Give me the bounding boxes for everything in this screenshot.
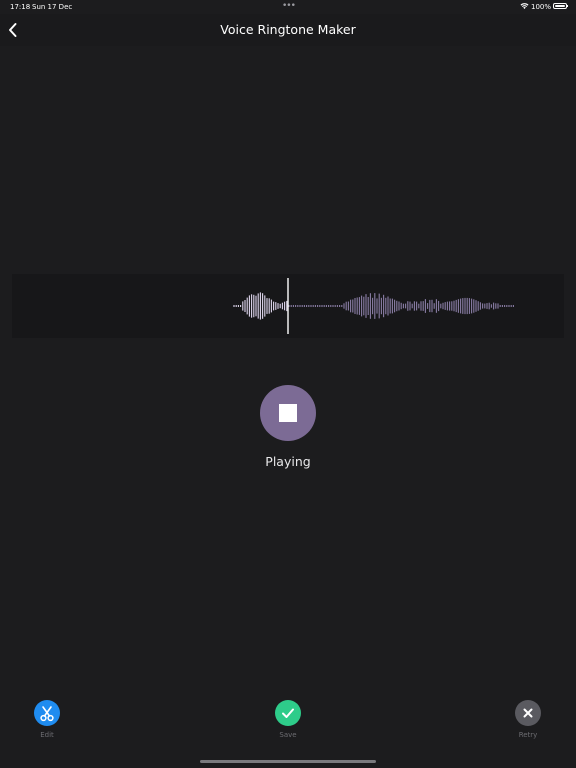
save-icon-circle bbox=[275, 700, 301, 726]
scissors-icon bbox=[40, 706, 54, 722]
battery-icon bbox=[553, 3, 567, 9]
page-title: Voice Ringtone Maker bbox=[220, 22, 356, 37]
status-bar: 17:18 Sun 17 Dec ••• 100% bbox=[0, 0, 576, 14]
multitasking-dots-icon[interactable]: ••• bbox=[282, 1, 296, 11]
retry-label: Retry bbox=[518, 731, 538, 739]
status-date: Sun 17 Dec bbox=[32, 3, 73, 11]
checkmark-icon bbox=[282, 708, 294, 718]
battery-tip bbox=[567, 5, 568, 7]
recorder-main: Playing bbox=[0, 46, 576, 768]
edit-label: Edit bbox=[40, 731, 54, 739]
waveform-panel[interactable] bbox=[12, 274, 564, 338]
status-time: 17:18 bbox=[10, 3, 31, 11]
stop-button[interactable] bbox=[260, 385, 316, 441]
save-label: Save bbox=[279, 731, 297, 739]
edit-icon-circle bbox=[34, 700, 60, 726]
save-button[interactable]: Save bbox=[258, 700, 318, 750]
edit-button[interactable]: Edit bbox=[17, 700, 77, 750]
close-icon bbox=[523, 708, 533, 718]
stop-icon bbox=[279, 404, 297, 422]
retry-button[interactable]: Retry bbox=[498, 700, 558, 750]
navigation-bar: Voice Ringtone Maker bbox=[0, 14, 576, 46]
retry-icon-circle bbox=[515, 700, 541, 726]
battery-percent: 100% bbox=[531, 3, 552, 11]
playback-status: Playing bbox=[265, 454, 311, 469]
waveform bbox=[233, 278, 514, 334]
wifi-icon bbox=[520, 3, 529, 9]
home-indicator[interactable] bbox=[200, 760, 376, 763]
app-screen: 17:18 Sun 17 Dec ••• 100% Voice Ringtone… bbox=[0, 0, 576, 768]
